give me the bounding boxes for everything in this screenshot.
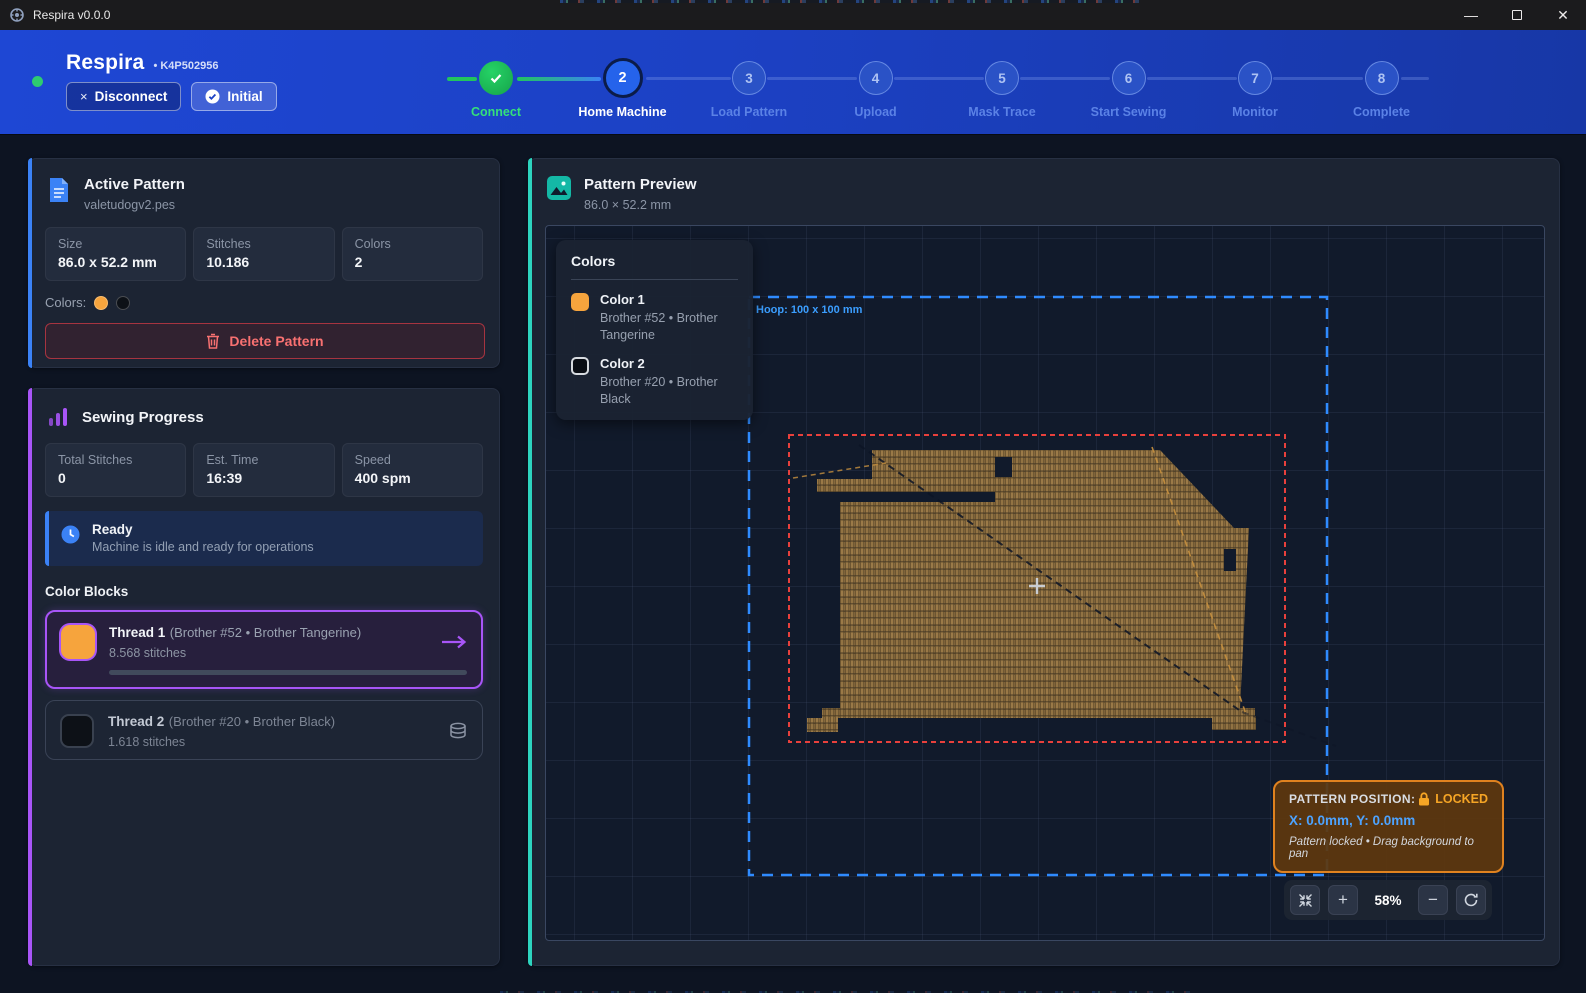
app-window: Respira v0.0.0 — ✕ Respira • K4P502956 ×… xyxy=(0,0,1586,993)
status-detail: Machine is idle and ready for operations xyxy=(92,540,314,554)
titlebar: Respira v0.0.0 — ✕ xyxy=(0,0,1586,30)
pattern-position-overlay: PATTERN POSITION: LOCKED X: 0.0mm, Y: 0.… xyxy=(1273,780,1504,873)
compress-icon xyxy=(1298,893,1313,908)
step-circle: 8 xyxy=(1365,61,1399,95)
card-title: Active Pattern xyxy=(84,176,185,193)
pattern-preview-card: Pattern Preview 86.0 × 52.2 mm xyxy=(528,158,1560,966)
step-upload[interactable]: 4 Upload xyxy=(813,30,939,119)
step-circle xyxy=(479,61,513,95)
zoom-toolbar: + 58% − xyxy=(1284,880,1492,920)
minimize-button[interactable]: — xyxy=(1448,0,1494,30)
app-icon xyxy=(9,7,25,23)
thread-color-swatch xyxy=(60,714,94,748)
step-complete[interactable]: 8 Complete xyxy=(1319,30,1445,119)
initial-button[interactable]: Initial xyxy=(191,82,276,111)
bar-chart-icon xyxy=(47,406,69,428)
reset-view-button[interactable] xyxy=(1456,885,1486,915)
card-title: Pattern Preview xyxy=(584,176,697,193)
card-title: Sewing Progress xyxy=(82,409,204,426)
active-pattern-card: Active Pattern valetudogv2.pes Size 86.0… xyxy=(28,158,500,368)
stat-speed: Speed 400 spm xyxy=(342,443,483,497)
zoom-in-button[interactable]: + xyxy=(1328,885,1358,915)
connection-status-dot xyxy=(32,76,43,87)
fit-view-button[interactable] xyxy=(1290,885,1320,915)
image-icon xyxy=(547,176,571,200)
stat-est-time: Est. Time 16:39 xyxy=(193,443,334,497)
step-circle: 4 xyxy=(859,61,893,95)
lock-icon xyxy=(1418,792,1430,806)
stat-colors: Colors 2 xyxy=(342,227,483,281)
screen-artifact-top xyxy=(560,0,1140,3)
check-icon xyxy=(488,70,504,86)
colors-label: Colors: xyxy=(45,295,86,310)
step-load-pattern[interactable]: 3 Load Pattern xyxy=(686,30,812,119)
zoom-level: 58% xyxy=(1366,893,1410,908)
pattern-coordinates: X: 0.0mm, Y: 0.0mm xyxy=(1289,813,1488,828)
minus-icon: − xyxy=(1428,890,1438,910)
app-name: Respira xyxy=(66,51,144,75)
thread-stitch-count: 8.568 stitches xyxy=(109,646,361,660)
color-swatch xyxy=(571,357,589,375)
color-swatch xyxy=(571,293,589,311)
status-title: Ready xyxy=(92,522,314,537)
step-start-sewing[interactable]: 6 Start Sewing xyxy=(1066,30,1192,119)
step-connect[interactable]: Connect xyxy=(433,30,559,119)
window-title: Respira v0.0.0 xyxy=(33,8,110,22)
stat-stitches: Stitches 10.186 xyxy=(193,227,334,281)
legend-item: Color 2 Brother #20 • Brother Black xyxy=(571,356,738,408)
step-circle: 2 xyxy=(603,58,643,98)
color-swatch xyxy=(116,296,130,310)
color-blocks-heading: Color Blocks xyxy=(29,584,499,599)
locked-badge: LOCKED xyxy=(1418,792,1488,806)
disconnect-button[interactable]: × Disconnect xyxy=(66,82,181,111)
preview-dimensions: 86.0 × 52.2 mm xyxy=(584,198,697,212)
document-icon xyxy=(47,176,71,204)
hoop-label: Hoop: 100 x 100 mm xyxy=(756,304,862,316)
maximize-icon xyxy=(1512,10,1522,20)
delete-pattern-button[interactable]: Delete Pattern xyxy=(45,323,485,359)
step-circle: 6 xyxy=(1112,61,1146,95)
colors-legend: Colors Color 1 Brother #52 • Brother Tan… xyxy=(556,240,753,420)
app-header: Respira • K4P502956 × Disconnect Initial xyxy=(0,30,1586,134)
step-mask-trace[interactable]: 5 Mask Trace xyxy=(939,30,1065,119)
step-circle: 7 xyxy=(1238,61,1272,95)
minimize-icon: — xyxy=(1464,7,1478,23)
machine-status-box: Ready Machine is idle and ready for oper… xyxy=(45,511,483,566)
layers-icon xyxy=(448,721,468,741)
workflow-stepper: Connect 2 Home Machine 3 Load Pattern 4 … xyxy=(433,30,1445,134)
pattern-filename: valetudogv2.pes xyxy=(84,198,185,212)
sewing-progress-card: Sewing Progress Total Stitches 0 Est. Ti… xyxy=(28,388,500,966)
maximize-button[interactable] xyxy=(1494,0,1540,30)
legend-item: Color 1 Brother #52 • Brother Tangerine xyxy=(571,292,738,344)
trash-icon xyxy=(206,333,220,349)
color-swatch xyxy=(94,296,108,310)
stat-size: Size 86.0 x 52.2 mm xyxy=(45,227,186,281)
thread-stitch-count: 1.618 stitches xyxy=(108,735,335,749)
step-monitor[interactable]: 7 Monitor xyxy=(1192,30,1318,119)
thread-block-1[interactable]: Thread 1 (Brother #52 • Brother Tangerin… xyxy=(45,610,483,689)
clock-icon xyxy=(61,525,80,544)
thread-block-2[interactable]: Thread 2 (Brother #20 • Brother Black) 1… xyxy=(45,700,483,760)
step-circle: 3 xyxy=(732,61,766,95)
step-circle: 5 xyxy=(985,61,1019,95)
plus-icon: + xyxy=(1338,890,1348,910)
zoom-out-button[interactable]: − xyxy=(1418,885,1448,915)
legend-title: Colors xyxy=(571,253,738,280)
thread-color-swatch xyxy=(61,625,95,659)
jump-stitch-line xyxy=(1242,712,1336,746)
circle-check-icon xyxy=(205,89,220,104)
pan-hint: Pattern locked • Drag background to pan xyxy=(1289,836,1488,860)
pattern-canvas[interactable]: Hoop: 100 x 100 mm Colors Color 1 Brothe… xyxy=(545,225,1545,941)
close-button[interactable]: ✕ xyxy=(1540,0,1586,30)
x-icon: × xyxy=(80,89,88,104)
thread-progress-bar xyxy=(109,670,467,675)
refresh-icon xyxy=(1463,892,1479,908)
stat-total-stitches: Total Stitches 0 xyxy=(45,443,186,497)
device-id: • K4P502956 xyxy=(153,60,218,72)
step-home-machine[interactable]: 2 Home Machine xyxy=(560,30,686,119)
close-icon: ✕ xyxy=(1557,7,1569,24)
arrow-right-icon xyxy=(441,634,467,650)
